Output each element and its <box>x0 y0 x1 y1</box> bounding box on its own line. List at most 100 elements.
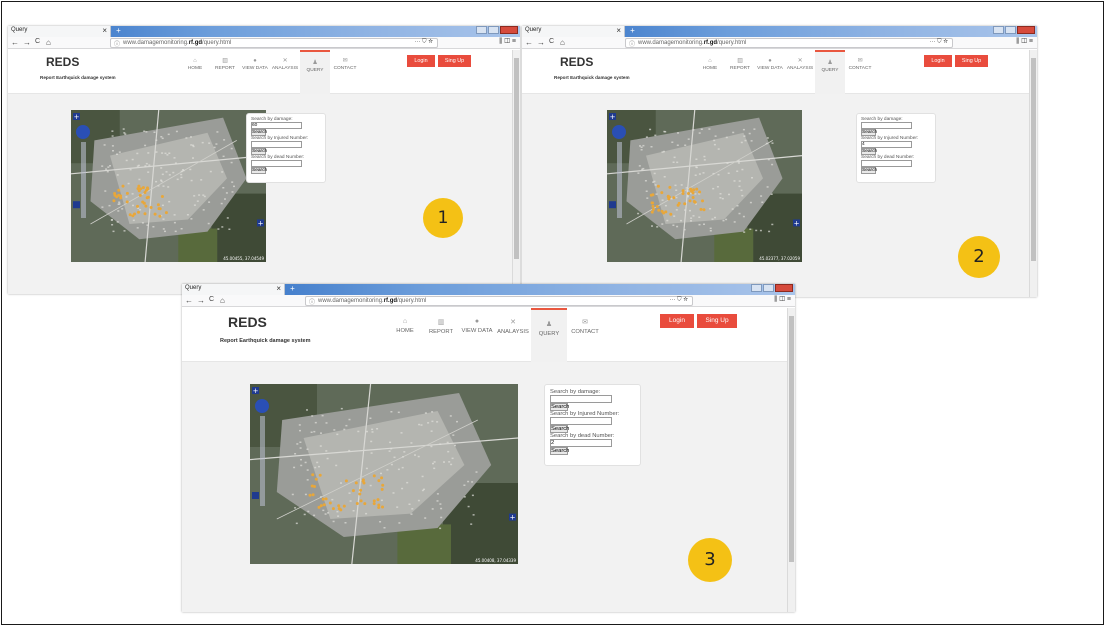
page-scrollbar[interactable] <box>512 50 520 294</box>
damage-marker[interactable] <box>144 188 148 192</box>
menu-item-view-data[interactable]: ● VIEW DATA <box>459 308 495 362</box>
address-bar[interactable]: ⓘ www.damagemonitoring.rf.gd/query.html … <box>305 296 693 306</box>
damage-marker[interactable] <box>681 192 685 195</box>
new-tab-icon[interactable]: + <box>114 26 123 35</box>
damage-marker[interactable] <box>358 492 362 496</box>
damage-marker[interactable] <box>321 497 325 501</box>
damage-marker[interactable] <box>137 210 140 214</box>
scrollbar-thumb[interactable] <box>1031 58 1036 261</box>
damage-marker[interactable] <box>372 502 376 506</box>
close-icon[interactable]: × <box>616 26 621 36</box>
signup-button[interactable]: Sing Up <box>697 314 737 328</box>
damage-marker[interactable] <box>377 503 381 507</box>
damage-marker[interactable] <box>344 479 348 483</box>
dead-input[interactable] <box>861 160 912 167</box>
pan-control[interactable] <box>76 125 90 139</box>
damage-input[interactable] <box>251 122 302 129</box>
reload-icon[interactable]: C <box>209 296 214 303</box>
damage-marker[interactable] <box>337 504 341 508</box>
maximize-button[interactable] <box>763 284 774 292</box>
dead-search-button[interactable]: Search <box>861 167 877 174</box>
damage-marker[interactable] <box>651 204 655 208</box>
new-tab-icon[interactable]: + <box>288 284 297 293</box>
damage-search-button[interactable]: Search <box>251 129 267 136</box>
reload-icon[interactable]: C <box>549 38 554 45</box>
site-logo[interactable]: REDS <box>46 55 79 69</box>
scrollbar-thumb[interactable] <box>514 58 519 259</box>
zoom-slider[interactable] <box>260 416 265 506</box>
damage-marker[interactable] <box>158 207 162 211</box>
reload-icon[interactable]: C <box>35 38 40 45</box>
damage-marker[interactable] <box>138 193 142 197</box>
signup-button[interactable]: Sing Up <box>955 55 988 67</box>
pan-control[interactable] <box>255 399 269 413</box>
injured-search-button[interactable]: Search <box>861 148 877 155</box>
damage-marker[interactable] <box>113 192 117 195</box>
damage-marker[interactable] <box>666 195 670 199</box>
zoom-slider[interactable] <box>617 142 622 218</box>
menu-item-query[interactable]: ♟ QUERY <box>815 50 845 94</box>
home-icon[interactable]: ⌂ <box>220 296 225 305</box>
damage-marker[interactable] <box>149 206 153 209</box>
damage-marker[interactable] <box>331 507 335 511</box>
damage-marker[interactable] <box>691 191 695 195</box>
home-icon[interactable]: ⌂ <box>46 38 51 47</box>
injured-input[interactable] <box>251 141 302 148</box>
menu-item-contact[interactable]: ✉ CONTACT <box>845 50 875 94</box>
signup-button[interactable]: Sing Up <box>438 55 471 67</box>
damage-marker[interactable] <box>355 502 359 505</box>
damage-marker[interactable] <box>687 192 690 195</box>
site-logo[interactable]: REDS <box>560 55 593 69</box>
damage-marker[interactable] <box>376 498 380 502</box>
home-icon[interactable]: ⌂ <box>560 38 565 47</box>
library-menu-icons[interactable]: ⫼ ◫ ≡ <box>774 296 791 304</box>
tab-query[interactable]: Query × <box>182 284 285 295</box>
damage-marker[interactable] <box>363 502 367 506</box>
damage-marker[interactable] <box>112 199 116 203</box>
damage-marker[interactable] <box>311 493 315 497</box>
damage-marker[interactable] <box>656 184 660 188</box>
damage-marker[interactable] <box>651 207 655 211</box>
satellite-map[interactable]: + + 45.00455, 37.04549 <box>71 110 266 262</box>
menu-item-report[interactable]: ▥ REPORT <box>725 50 755 94</box>
info-icon[interactable]: ⓘ <box>629 39 635 48</box>
damage-input[interactable] <box>861 122 912 129</box>
damage-marker[interactable] <box>144 204 148 208</box>
damage-marker[interactable] <box>372 474 376 478</box>
menu-item-contact[interactable]: ✉ CONTACT <box>330 50 360 94</box>
damage-marker[interactable] <box>660 191 664 195</box>
damage-marker[interactable] <box>160 195 164 198</box>
menu-item-contact[interactable]: ✉ CONTACT <box>567 308 603 362</box>
damage-marker[interactable] <box>372 499 376 503</box>
library-menu-icons[interactable]: ⫼ ◫ ≡ <box>1016 38 1033 46</box>
damage-marker[interactable] <box>324 497 328 501</box>
damage-marker[interactable] <box>143 212 147 216</box>
menu-item-view-data[interactable]: ● VIEW DATA <box>240 50 270 94</box>
page-actions[interactable]: ··· ⛉ ☆ <box>669 297 688 304</box>
maximize-button[interactable] <box>488 26 499 34</box>
damage-marker[interactable] <box>683 202 687 206</box>
menu-item-analaysis[interactable]: ✕ ANALAYSIS <box>270 50 300 94</box>
dead-input[interactable] <box>550 439 612 447</box>
damage-marker[interactable] <box>650 210 654 214</box>
back-icon[interactable]: ← <box>525 38 533 47</box>
menu-item-query[interactable]: ♟ QUERY <box>531 308 567 362</box>
page-actions[interactable]: ··· ⛉ ☆ <box>414 39 433 46</box>
damage-marker[interactable] <box>380 487 384 491</box>
info-icon[interactable]: ⓘ <box>309 297 315 306</box>
page-actions[interactable]: ··· ⛉ ☆ <box>929 39 948 46</box>
damage-marker[interactable] <box>322 503 326 507</box>
forward-icon[interactable]: → <box>537 38 545 47</box>
damage-search-button[interactable]: Search <box>861 129 877 136</box>
damage-marker[interactable] <box>318 473 322 477</box>
damage-marker[interactable] <box>146 195 150 199</box>
damage-marker[interactable] <box>351 489 355 493</box>
menu-item-report[interactable]: ▥ REPORT <box>210 50 240 94</box>
damage-marker[interactable] <box>672 196 676 200</box>
damage-marker[interactable] <box>657 208 661 212</box>
site-logo[interactable]: REDS <box>228 314 267 330</box>
menu-item-home[interactable]: ⌂ HOME <box>695 50 725 94</box>
minimize-button[interactable] <box>751 284 762 292</box>
damage-marker[interactable] <box>311 473 315 477</box>
close-icon[interactable]: × <box>276 284 281 294</box>
